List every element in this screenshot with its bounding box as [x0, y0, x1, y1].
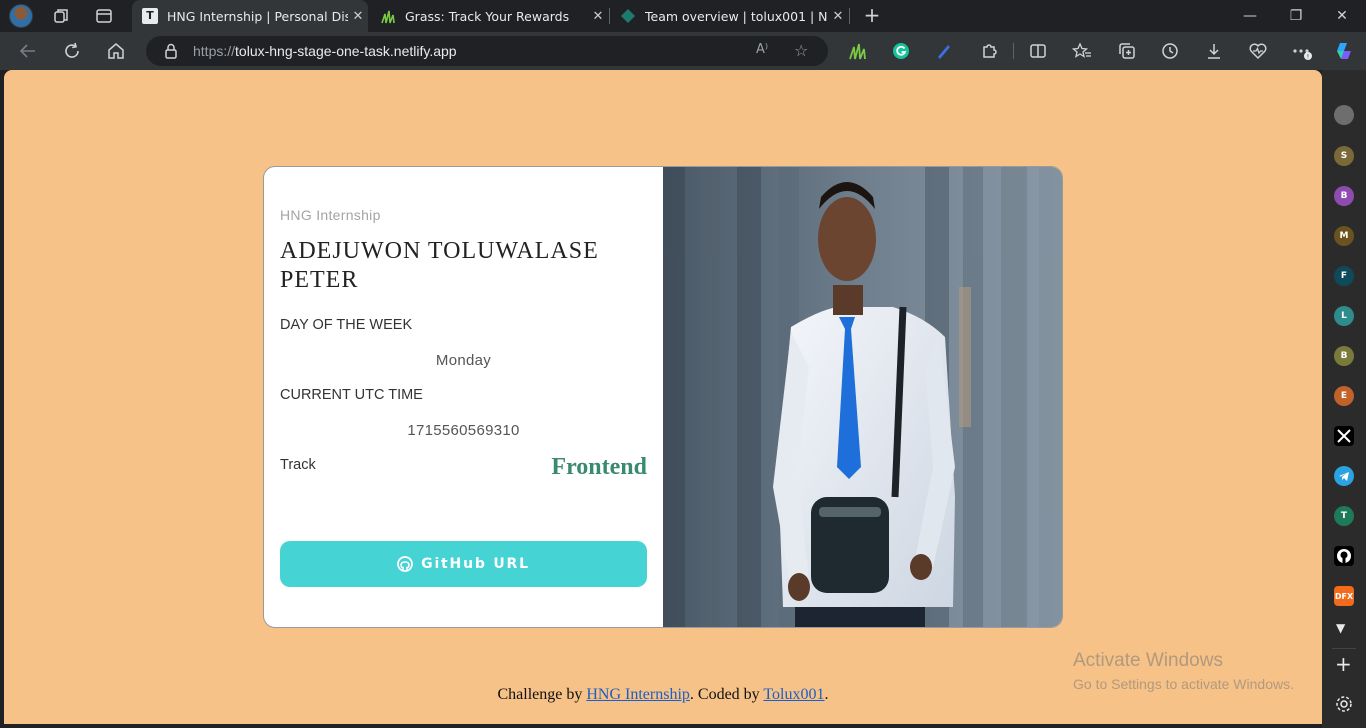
sidebar-app-icon[interactable]: B [1334, 186, 1354, 206]
settings-more-icon[interactable]: ! [1291, 40, 1313, 62]
home-icon[interactable] [105, 40, 127, 62]
url-text[interactable]: https://tolux-hng-stage-one-task.netlify… [193, 43, 457, 59]
sidebar-app-icon[interactable]: F [1334, 266, 1354, 286]
dfx-extension-icon[interactable]: DFX [1334, 586, 1354, 606]
profile-avatar[interactable] [9, 4, 33, 28]
day-of-week-label: DAY OF THE WEEK [280, 317, 413, 333]
github-icon [397, 556, 414, 572]
netlify-icon [620, 8, 636, 24]
page-viewport: HNG Internship ADEJUWON TOLUWALASE PETER… [4, 70, 1322, 724]
profile-card: HNG Internship ADEJUWON TOLUWALASE PETER… [263, 166, 1063, 628]
address-bar[interactable]: https://tolux-hng-stage-one-task.netlify… [146, 36, 828, 66]
org-label: HNG Internship [280, 207, 381, 223]
tolux001-link[interactable]: Tolux001 [763, 686, 824, 703]
health-heart-icon[interactable] [1247, 40, 1269, 62]
tab-netlify[interactable]: Team overview | tolux001 | Netlify ✕ [610, 0, 848, 32]
utc-time-value: 1715560569310 [407, 422, 520, 439]
sidebar-app-icon[interactable]: E [1334, 386, 1354, 406]
sidebar-app-icon[interactable]: L [1334, 306, 1354, 326]
hng-internship-link[interactable]: HNG Internship [586, 686, 690, 703]
toolbar-divider [1013, 43, 1014, 59]
github-sidebar-icon[interactable] [1334, 546, 1354, 566]
track-value: Frontend [551, 454, 647, 480]
svg-text:!: ! [1307, 54, 1309, 61]
copilot-icon[interactable] [1333, 40, 1355, 62]
split-screen-icon[interactable] [1027, 40, 1049, 62]
tab-actions-icon[interactable] [94, 6, 114, 26]
tab-title: HNG Internship | Personal Displa [167, 8, 348, 24]
profile-info-panel: HNG Internship ADEJUWON TOLUWALASE PETER… [264, 167, 663, 627]
pen-extension-icon[interactable] [933, 40, 955, 62]
sidebar-app-icon[interactable]: B [1334, 346, 1354, 366]
grass-extension-icon[interactable] [846, 40, 868, 62]
track-label: Track [280, 457, 316, 473]
back-arrow-icon[interactable] [17, 40, 39, 62]
browser-toolbar: https://tolux-hng-stage-one-task.netlify… [0, 32, 1366, 70]
favorite-star-icon[interactable]: ☆ [794, 41, 808, 60]
sidebar-app-icon[interactable]: M [1334, 226, 1354, 246]
grammarly-icon[interactable] [890, 40, 912, 62]
sidebar-app-icon[interactable]: S [1334, 146, 1354, 166]
sidebar-settings-gear-icon[interactable] [1334, 694, 1354, 717]
extensions-puzzle-icon[interactable] [978, 40, 1000, 62]
tab-hng-internship[interactable]: T HNG Internship | Personal Displa ✕ [132, 0, 368, 32]
telegram-icon[interactable] [1334, 466, 1354, 486]
tab-title: Team overview | tolux001 | Netlify [645, 8, 828, 24]
read-aloud-icon[interactable]: A⁾ [756, 42, 768, 57]
tab-title: Grass: Track Your Rewards [405, 8, 570, 24]
downloads-icon[interactable] [1203, 40, 1225, 62]
profile-photo [663, 167, 1062, 627]
collections-icon[interactable] [1116, 40, 1138, 62]
github-url-button[interactable]: GitHub URL [280, 541, 647, 587]
github-button-label: GitHub URL [421, 556, 530, 572]
sidebar-add-icon[interactable]: + [1335, 652, 1352, 676]
minimize-button[interactable]: — [1238, 4, 1262, 28]
close-tab-icon[interactable]: ✕ [588, 9, 608, 24]
lock-icon[interactable] [162, 42, 180, 60]
tab-separator [849, 8, 850, 24]
edge-sidebar: S B M F L B E T DFX ▼ + [1322, 70, 1366, 728]
close-window-button[interactable]: ✕ [1330, 4, 1354, 28]
history-icon[interactable] [1159, 40, 1181, 62]
tab-grass[interactable]: Grass: Track Your Rewards ✕ [370, 0, 608, 32]
window-bottom-edge [0, 724, 1322, 728]
user-full-name: ADEJUWON TOLUWALASE PETER [280, 238, 599, 293]
restore-button[interactable]: ❐ [1284, 4, 1308, 28]
tab-strip: T HNG Internship | Personal Displa ✕ Gra… [0, 0, 1366, 32]
sidebar-search-icon[interactable] [1334, 105, 1354, 125]
sidebar-app-icon[interactable]: T [1334, 506, 1354, 526]
utc-time-label: CURRENT UTC TIME [280, 387, 423, 403]
close-tab-icon[interactable]: ✕ [348, 9, 368, 24]
day-of-week-value: Monday [435, 352, 492, 369]
refresh-icon[interactable] [61, 40, 83, 62]
sidebar-collapse-chevron-icon[interactable]: ▼ [1336, 621, 1345, 635]
grass-icon [380, 8, 396, 24]
favorites-icon[interactable] [1071, 40, 1093, 62]
x-twitter-icon[interactable] [1334, 426, 1354, 446]
activate-windows-watermark: Activate Windows Go to Settings to activ… [1073, 650, 1294, 692]
new-tab-button[interactable]: + [860, 4, 884, 28]
workspaces-icon[interactable] [52, 6, 72, 26]
close-tab-icon[interactable]: ✕ [828, 9, 848, 24]
tab-favicon-t-icon: T [142, 8, 158, 24]
sidebar-divider [1332, 648, 1356, 649]
